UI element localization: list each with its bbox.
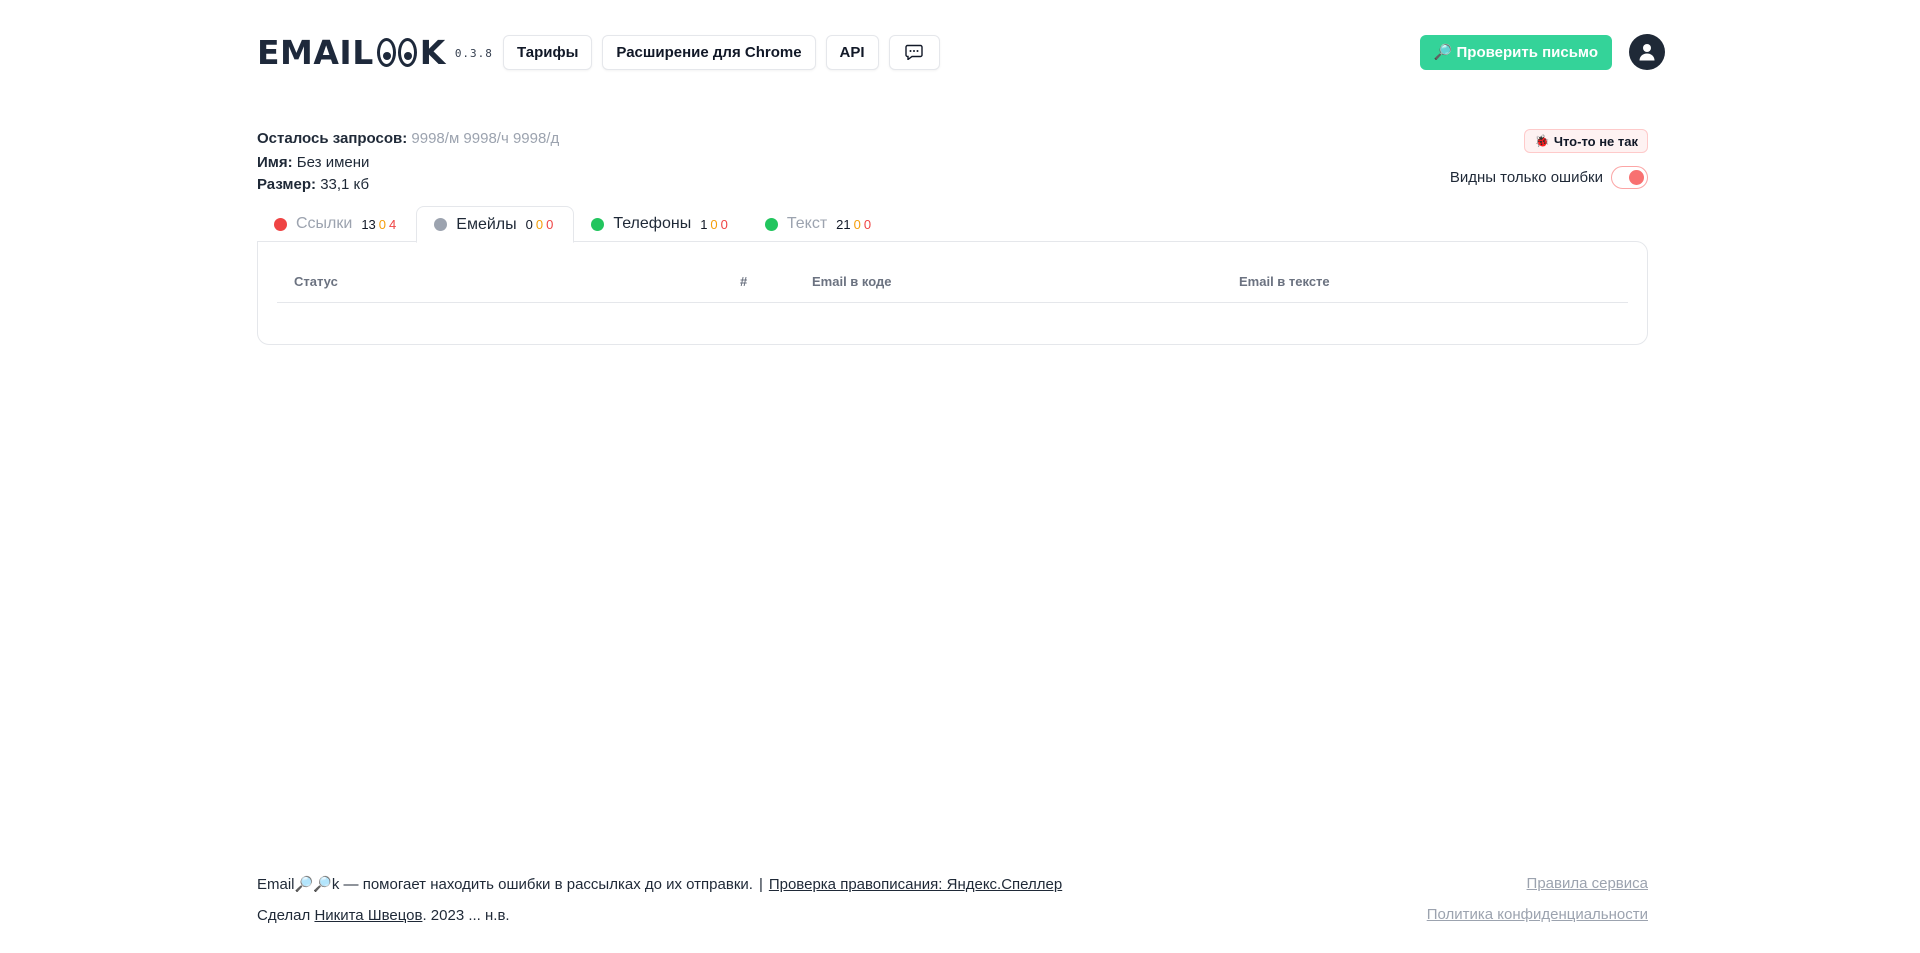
name-value: Без имени	[296, 154, 370, 171]
status-dot-icon	[764, 217, 778, 231]
tab-count-ok: 0	[525, 217, 533, 232]
check-email-label: Проверить письмо	[1456, 43, 1599, 61]
size-label: Размер:	[257, 176, 317, 193]
check-email-button[interactable]: 🔎 Проверить письмо	[1419, 34, 1612, 70]
footer-brand-suffix: k	[331, 875, 340, 893]
column-email-in-text: Email в тексте	[1239, 274, 1330, 289]
top-header: EMAIL K 0.3.8 Тарифы Расширение для Chro…	[257, 32, 1665, 72]
bug-icon: 🐞	[1534, 134, 1550, 148]
email-size: Размер: 33,1 кб	[257, 174, 559, 196]
column-status: Статус	[294, 274, 338, 289]
tab-count-err: 0	[863, 216, 872, 232]
status-dot-icon	[591, 217, 605, 231]
tab-count-err: 4	[389, 216, 397, 232]
api-button[interactable]: API	[825, 34, 879, 70]
report-problem-button[interactable]: 🐞 Что-то не так	[1523, 129, 1648, 153]
footer-separator: |	[758, 875, 763, 893]
tab-count-warn: 0	[535, 217, 544, 232]
footer-brand-prefix: Email	[257, 875, 295, 893]
errors-only-label: Видны только ошибки	[1449, 169, 1603, 186]
chrome-extension-button[interactable]: Расширение для Chrome	[602, 34, 816, 70]
tab-count-warn: 0	[710, 216, 718, 232]
service-rules-link[interactable]: Правила сервиса	[1427, 873, 1648, 895]
tab-count-warn: 0	[853, 216, 861, 232]
results-panel: Статус # Email в коде Email в тексте	[257, 241, 1648, 345]
tab-count-ok: 1	[700, 216, 708, 232]
column-email-in-code: Email в коде	[812, 274, 892, 289]
tab-count-err: 0	[546, 217, 554, 232]
tab-count-ok: 13	[361, 216, 376, 232]
table-header: Статус # Email в коде Email в тексте	[277, 263, 1628, 303]
status-dot-icon	[274, 217, 287, 231]
column-number: #	[740, 274, 748, 289]
magnifier-icon: 🔎	[1433, 44, 1453, 61]
magnifier-icon: 🔎🔎	[294, 876, 332, 893]
requests-remaining: Осталось запросов: 9998/м 9998/ч 9998/д	[257, 128, 559, 150]
chat-button[interactable]	[888, 34, 940, 70]
author-link[interactable]: Никита Швецов	[314, 907, 422, 924]
tariffs-button[interactable]: Тарифы	[502, 34, 593, 70]
footer-legal-links: Правила сервиса Политика конфиденциально…	[1427, 873, 1648, 926]
tab-emails[interactable]: Емейлы 0 0 0	[416, 206, 575, 243]
result-tabs: Ссылки 13 0 4 Емейлы 0 0 0 Телефоны 1 0 …	[257, 206, 891, 243]
report-problem-label: Что-то не так	[1553, 133, 1638, 149]
made-by-prefix: Сделал	[257, 906, 315, 924]
version-label: 0.3.8	[454, 46, 493, 60]
user-icon	[1639, 44, 1655, 61]
logo-eyes-icon	[376, 37, 418, 67]
tab-phones[interactable]: Телефоны 1 0 0	[574, 206, 748, 242]
footer-tagline-text: — помогает находить ошибки в рассылках д…	[339, 875, 753, 893]
requests-value: 9998/м 9998/ч 9998/д	[411, 130, 560, 147]
tab-count-warn: 0	[378, 216, 387, 232]
errors-only-toggle[interactable]	[1611, 166, 1648, 189]
requests-label: Осталось запросов:	[257, 130, 408, 147]
status-dot-icon	[434, 218, 448, 231]
email-name: Имя: Без имени	[257, 152, 559, 174]
avatar[interactable]	[1629, 34, 1665, 70]
chat-bubble-icon	[905, 44, 923, 60]
tab-count-err: 0	[720, 216, 728, 232]
tab-count-ok: 21	[836, 216, 851, 232]
privacy-policy-link[interactable]: Политика конфиденциальности	[1427, 904, 1648, 926]
logo-suffix: K	[419, 32, 446, 72]
tab-label: Текст	[786, 215, 828, 232]
tab-links[interactable]: Ссылки 13 0 4	[257, 206, 416, 242]
tab-text[interactable]: Текст 21 0 0	[748, 206, 891, 242]
speller-link[interactable]: Проверка правописания: Яндекс.Спеллер	[769, 876, 1062, 893]
size-value: 33,1 кб	[320, 176, 370, 193]
logo-prefix: EMAIL	[257, 32, 374, 72]
tab-label: Емейлы	[456, 215, 517, 233]
name-label: Имя:	[257, 154, 293, 171]
logo[interactable]: EMAIL K	[257, 32, 446, 72]
footer: Email 🔎🔎 k — помогает находить ошибки в …	[257, 873, 1648, 926]
footer-years: . 2023 ... н.в.	[422, 906, 510, 924]
email-info: Осталось запросов: 9998/м 9998/ч 9998/д …	[257, 128, 559, 196]
toggle-knob	[1629, 170, 1644, 185]
tab-label: Телефоны	[613, 215, 692, 232]
errors-only-toggle-row: Видны только ошибки	[1450, 166, 1648, 189]
tab-label: Ссылки	[296, 215, 353, 232]
